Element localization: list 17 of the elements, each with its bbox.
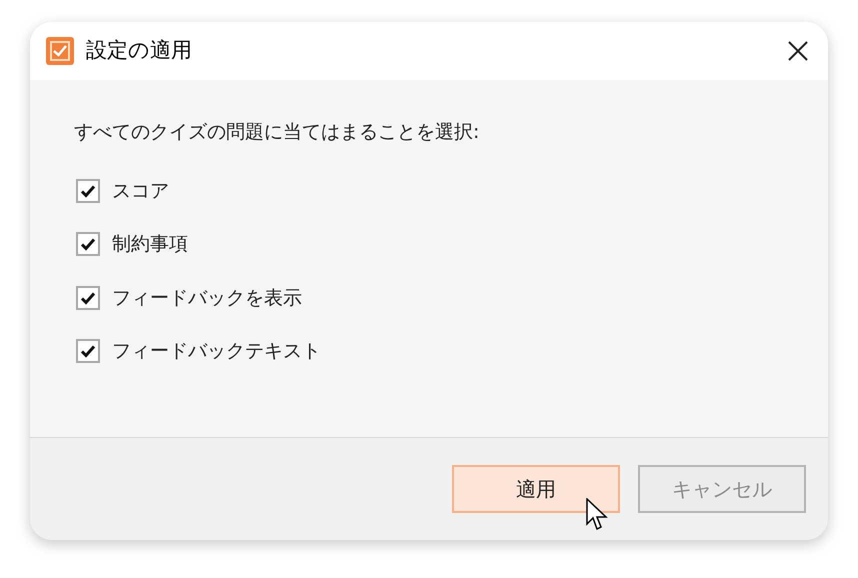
check-icon: [80, 290, 96, 306]
cursor-icon: [586, 498, 610, 532]
apply-button[interactable]: 適用: [452, 465, 620, 513]
checkbox[interactable]: [76, 178, 100, 203]
window-title: 設定の適用: [86, 37, 192, 64]
checkbox[interactable]: [76, 232, 100, 256]
option-label: スコア: [112, 178, 169, 204]
prompt-text: すべてのクイズの問題に当てはまることを選択:: [74, 120, 480, 145]
option-label: 制約事項: [112, 232, 188, 257]
check-icon: [80, 182, 96, 199]
checkbox[interactable]: [76, 286, 100, 310]
check-icon: [80, 343, 96, 360]
checkbox-logo-icon: [46, 37, 74, 65]
checkbox[interactable]: [76, 339, 100, 364]
check-icon: [80, 236, 96, 252]
option-label: フィードバックテキスト: [112, 339, 321, 364]
option-label: フィードバックを表示: [112, 286, 302, 310]
